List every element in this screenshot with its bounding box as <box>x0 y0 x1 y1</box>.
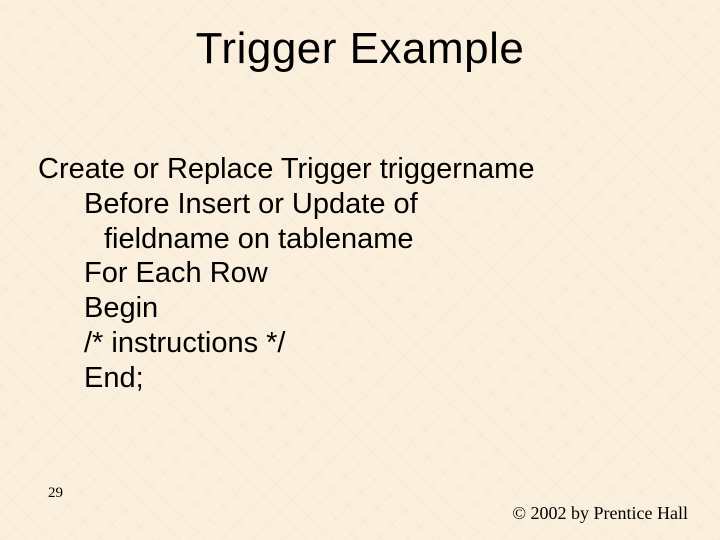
code-line: /* instructions */ <box>38 326 680 361</box>
code-line: Begin <box>38 291 680 326</box>
slide-title: Trigger Example <box>0 0 720 74</box>
code-line: Create or Replace Trigger triggername <box>38 152 680 187</box>
slide: Trigger Example Create or Replace Trigge… <box>0 0 720 540</box>
code-line: fieldname on tablename <box>38 222 680 257</box>
code-line: End; <box>38 361 680 396</box>
code-line: For Each Row <box>38 256 680 291</box>
copyright-text: © 2002 by Prentice Hall <box>512 503 688 524</box>
slide-number: 29 <box>48 485 63 502</box>
code-block: Create or Replace Trigger triggername Be… <box>38 152 680 396</box>
code-line: Before Insert or Update of <box>38 187 680 222</box>
